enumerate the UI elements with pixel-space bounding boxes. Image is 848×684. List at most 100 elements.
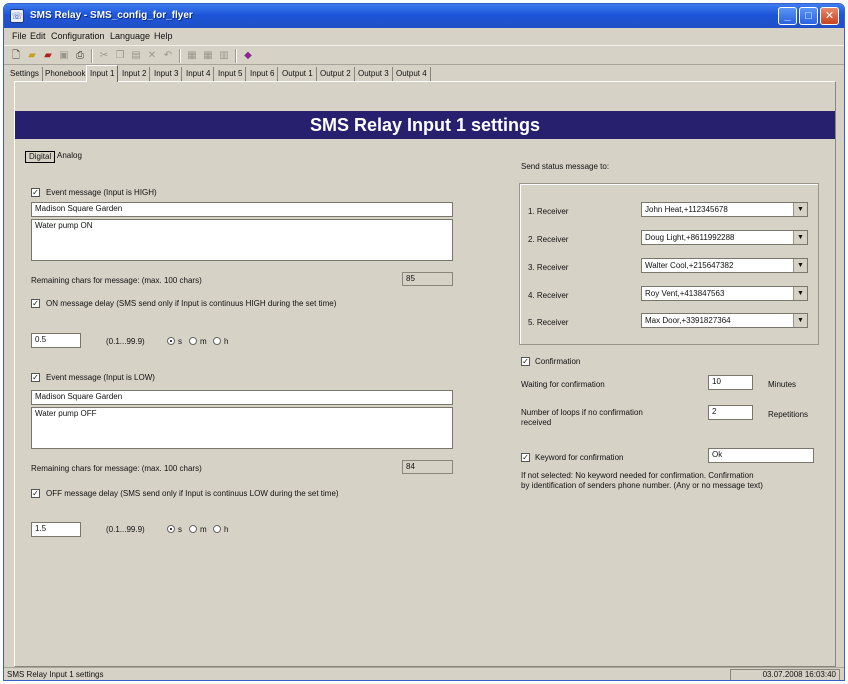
cut-icon[interactable]: ✂	[97, 49, 111, 62]
waiting-input[interactable]: 10	[708, 375, 753, 390]
tab-input-5[interactable]: Input 5	[215, 67, 247, 82]
menu-edit[interactable]: Edit	[30, 31, 46, 41]
tab-output-1[interactable]: Output 1	[279, 67, 317, 82]
chart-icon[interactable]: ▥	[217, 49, 231, 62]
tab-output-3[interactable]: Output 3	[355, 67, 393, 82]
receiver-3-label: 3. Receiver	[528, 263, 569, 272]
off-delay-unit-h-radio[interactable]	[213, 525, 221, 533]
delete-icon[interactable]: ✕	[145, 49, 159, 62]
tab-input-1[interactable]: Input 1	[86, 65, 119, 82]
send-icon[interactable]: ◆	[241, 49, 255, 62]
loops-label-line-2: received	[521, 418, 552, 427]
keyword-input[interactable]: Ok	[708, 448, 814, 463]
high-remaining-value: 85	[402, 272, 453, 286]
subtab-analog[interactable]: Analog	[54, 151, 85, 163]
low-message-input[interactable]: Water pump OFF	[31, 407, 453, 449]
on-delay-checkbox[interactable]: ✓	[31, 299, 40, 308]
keyword-checkbox[interactable]: ✓	[521, 453, 530, 462]
on-delay-label: ON message delay (SMS send only if Input…	[46, 299, 337, 308]
off-delay-input[interactable]: 1.5	[31, 522, 81, 537]
on-delay-unit-h-label: h	[224, 337, 229, 346]
receiver-5-label: 5. Receiver	[528, 318, 569, 327]
off-delay-unit-s-radio[interactable]	[167, 525, 175, 533]
tab-input-6[interactable]: Input 6	[247, 67, 279, 82]
title-bar[interactable]: ☏ SMS Relay - SMS_config_for_flyer _ □ ✕	[4, 4, 844, 28]
tab-phonebook[interactable]: Phonebook	[42, 67, 90, 82]
menu-help[interactable]: Help	[154, 31, 173, 41]
dropdown-arrow-icon[interactable]: ▼	[793, 287, 807, 300]
close-button[interactable]: ✕	[820, 7, 839, 25]
off-delay-unit-s-label: s	[178, 525, 182, 534]
on-delay-input[interactable]: 0.5	[31, 333, 81, 348]
print-icon[interactable]: ⎙	[73, 49, 87, 62]
receiver-4-label: 4. Receiver	[528, 291, 569, 300]
new-file-icon[interactable]: 🗋	[9, 49, 23, 62]
event-high-checkbox[interactable]: ✓	[31, 188, 40, 197]
receiver-1-select[interactable]: John Heat,+112345678 ▼	[641, 202, 808, 217]
receiver-1-value: John Heat,+112345678	[645, 205, 728, 214]
save-icon[interactable]: ▣	[57, 49, 71, 62]
tab-strip: Settings Phonebook Input 1 Input 2 Input…	[4, 65, 844, 82]
copy-icon[interactable]: ❐	[113, 49, 127, 62]
keyword-note-line-2: by identification of senders phone numbe…	[521, 481, 763, 490]
loops-unit-label: Repetitions	[768, 410, 809, 419]
toolbar: 🗋 ▰ ▰ ▣ ⎙ ✂ ❐ ▤ ✕ ↶ ▦ ▦ ▥ ◆	[4, 45, 844, 65]
tab-output-4[interactable]: Output 4	[393, 67, 431, 82]
paste-icon[interactable]: ▤	[129, 49, 143, 62]
send-status-label: Send status message to:	[521, 162, 610, 171]
receiver-3-select[interactable]: Walter Cool,+215647382 ▼	[641, 258, 808, 273]
confirmation-checkbox[interactable]: ✓	[521, 357, 530, 366]
minimize-button[interactable]: _	[778, 7, 797, 25]
confirmation-label: Confirmation	[535, 357, 581, 366]
dropdown-arrow-icon[interactable]: ▼	[793, 259, 807, 272]
on-delay-range-label: (0.1...99.9)	[106, 337, 145, 346]
tab-input-3[interactable]: Input 3	[151, 67, 183, 82]
open-red-icon[interactable]: ▰	[41, 49, 55, 62]
tab-input-2[interactable]: Input 2	[119, 67, 151, 82]
on-delay-unit-s-label: s	[178, 337, 182, 346]
maximize-button[interactable]: □	[799, 7, 818, 25]
keyword-note-line-1: If not selected: No keyword needed for c…	[521, 471, 754, 480]
status-datetime: 03.07.2008 16:03:40	[730, 669, 840, 680]
off-delay-checkbox[interactable]: ✓	[31, 489, 40, 498]
on-delay-unit-m-radio[interactable]	[189, 337, 197, 345]
menu-bar: File Edit Configuration Language Help	[4, 28, 844, 45]
off-delay-unit-h-label: h	[224, 525, 229, 534]
tab-output-2[interactable]: Output 2	[317, 67, 355, 82]
subtab-digital[interactable]: Digital	[25, 151, 56, 163]
keyword-label: Keyword for confirmation	[535, 453, 624, 462]
table-icon[interactable]: ▦	[201, 49, 215, 62]
menu-configuration[interactable]: Configuration	[51, 31, 105, 41]
dropdown-arrow-icon[interactable]: ▼	[793, 231, 807, 244]
tab-input-4[interactable]: Input 4	[183, 67, 215, 82]
menu-language[interactable]: Language	[110, 31, 150, 41]
receiver-4-select[interactable]: Roy Vent,+413847563 ▼	[641, 286, 808, 301]
undo-icon[interactable]: ↶	[161, 49, 175, 62]
tab-settings[interactable]: Settings	[7, 67, 43, 82]
low-location-input[interactable]: Madison Square Garden	[31, 390, 453, 405]
waiting-label: Waiting for confirmation	[521, 380, 605, 389]
loops-input[interactable]: 2	[708, 405, 753, 420]
receiver-2-value: Doug Light,+8611992288	[645, 233, 735, 242]
on-delay-unit-m-label: m	[200, 337, 207, 346]
high-message-input[interactable]: Water pump ON	[31, 219, 453, 261]
off-delay-unit-m-label: m	[200, 525, 207, 534]
receiver-2-select[interactable]: Doug Light,+8611992288 ▼	[641, 230, 808, 245]
toolbar-separator	[179, 49, 181, 63]
receiver-5-select[interactable]: Max Door,+3391827364 ▼	[641, 313, 808, 328]
on-delay-unit-h-radio[interactable]	[213, 337, 221, 345]
off-delay-unit-m-radio[interactable]	[189, 525, 197, 533]
event-low-checkbox[interactable]: ✓	[31, 373, 40, 382]
off-delay-label: OFF message delay (SMS send only if Inpu…	[46, 489, 339, 498]
dropdown-arrow-icon[interactable]: ▼	[793, 203, 807, 216]
high-location-input[interactable]: Madison Square Garden	[31, 202, 453, 217]
low-remaining-label: Remaining chars for message: (max. 100 c…	[31, 464, 202, 473]
window-title: SMS Relay - SMS_config_for_flyer	[30, 10, 193, 21]
receiver-2-label: 2. Receiver	[528, 235, 569, 244]
open-folder-icon[interactable]: ▰	[25, 49, 39, 62]
grid-icon[interactable]: ▦	[185, 49, 199, 62]
on-delay-unit-s-radio[interactable]	[167, 337, 175, 345]
menu-file[interactable]: File	[12, 31, 27, 41]
dropdown-arrow-icon[interactable]: ▼	[793, 314, 807, 327]
loops-label-line-1: Number of loops if no confirmation	[521, 408, 643, 417]
